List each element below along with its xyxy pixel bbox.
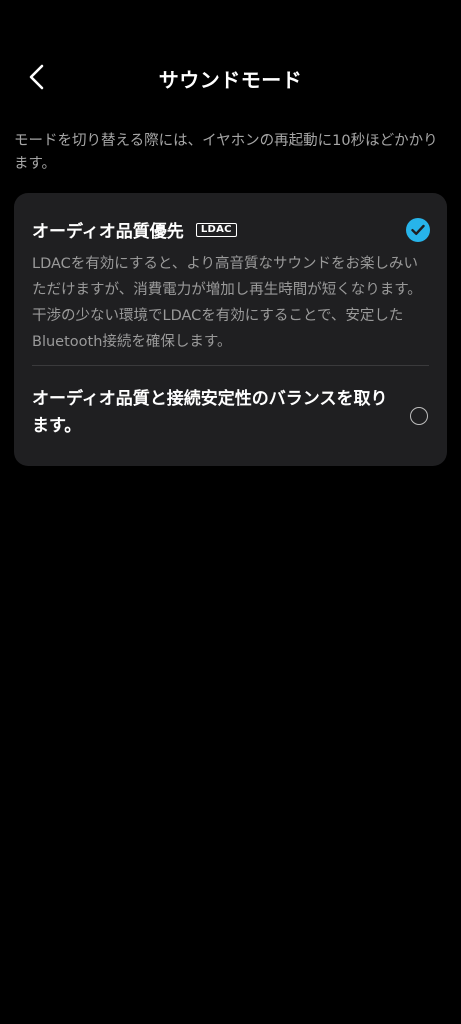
- radio-selected[interactable]: [406, 218, 430, 242]
- page-title: サウンドモード: [158, 68, 303, 92]
- option-balanced[interactable]: オーディオ品質と接続安定性のバランスを取ります。: [14, 366, 447, 466]
- sound-mode-options-card: オーディオ品質優先 LDAC LDACを有効にすると、より高音質なサウンドをお楽…: [14, 193, 447, 466]
- option-description: LDACを有効にすると、より高音質なサウンドをお楽しみいただけますが、消費電力が…: [32, 256, 422, 350]
- checkmark-icon: [411, 224, 425, 235]
- restart-notice: モードを切り替える際には、イヤホンの再起動に10秒ほどかかります。: [14, 133, 438, 172]
- option-title-row: オーディオ品質優先 LDAC: [32, 217, 237, 242]
- radio-unselected[interactable]: [410, 407, 428, 425]
- option-audio-quality-priority[interactable]: オーディオ品質優先 LDAC LDACを有効にすると、より高音質なサウンドをお楽…: [14, 193, 447, 365]
- option-title: オーディオ品質優先: [32, 222, 184, 242]
- ldac-badge: LDAC: [195, 222, 237, 237]
- header: サウンドモード: [0, 52, 461, 102]
- option-title: オーディオ品質と接続安定性のバランスを取ります。: [32, 389, 388, 436]
